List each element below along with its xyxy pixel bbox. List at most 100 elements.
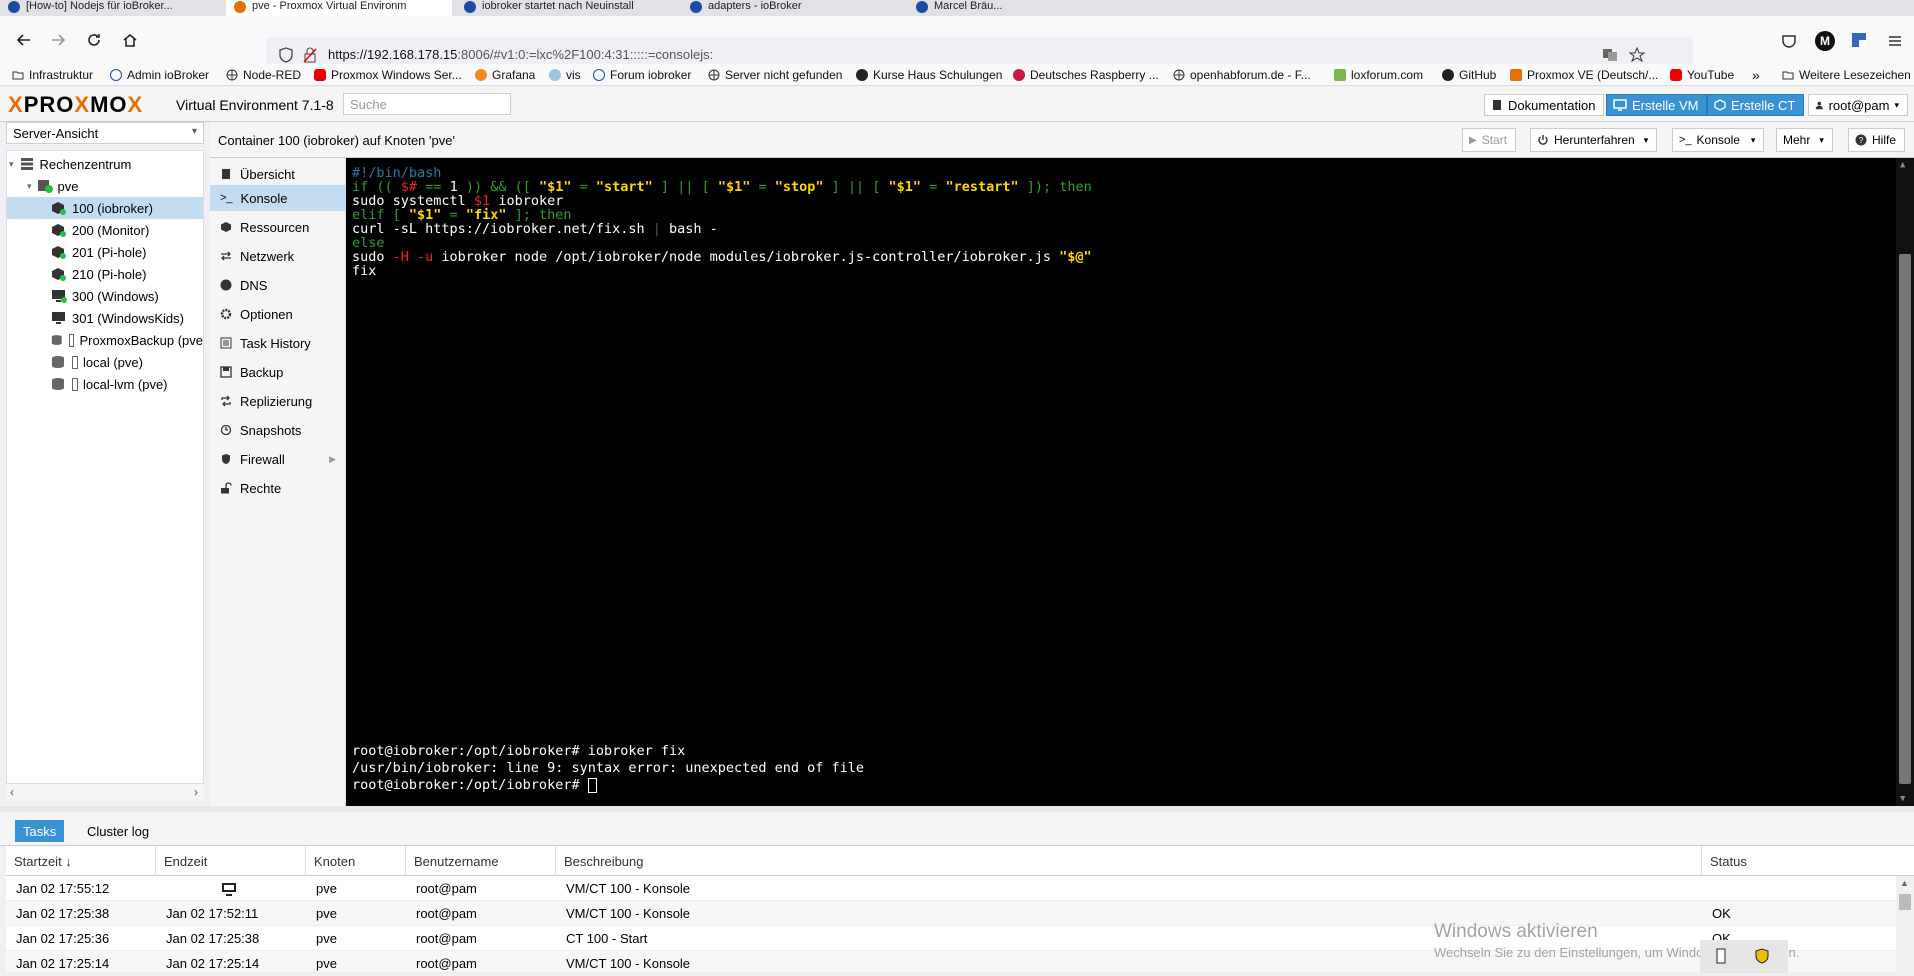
- tree-horizontal-scrollbar[interactable]: ‹ ›: [6, 783, 204, 801]
- tab-favicon-icon: [690, 1, 702, 13]
- menu-item-replizierung[interactable]: Replizierung: [210, 388, 346, 414]
- scroll-down-icon[interactable]: ▼: [1900, 794, 1905, 804]
- bookmark-label: Infrastruktur: [29, 68, 94, 82]
- menu-item-firewall[interactable]: Firewall ▶: [210, 446, 346, 472]
- more-button[interactable]: Mehr ▾: [1776, 128, 1833, 152]
- menu-item-task-history[interactable]: Task History: [210, 330, 346, 356]
- browser-tab-active[interactable]: pve - Proxmox Virtual Environm: [226, 0, 452, 16]
- translate-icon[interactable]: [1602, 47, 1618, 63]
- tree-node-storage-local[interactable]: local (pve): [51, 351, 203, 373]
- menu-item-backup[interactable]: Backup: [210, 359, 346, 385]
- column-header-beschreibung[interactable]: Beschreibung: [556, 846, 1702, 876]
- bookmark[interactable]: vis: [549, 67, 581, 83]
- logo-text-a: PRO: [23, 92, 75, 117]
- log-panel-tabs: Tasks Cluster log: [0, 812, 1914, 846]
- cell-status: [1702, 876, 1712, 901]
- extension-icon[interactable]: [1850, 31, 1868, 49]
- menu-item-snapshots[interactable]: Snapshots: [210, 417, 346, 443]
- column-header-knoten[interactable]: Knoten: [306, 846, 406, 876]
- bookmark[interactable]: Forum iobroker: [593, 67, 691, 83]
- tree-node-storage-backup[interactable]: ProxmoxBackup (pve: [51, 329, 203, 351]
- bookmark[interactable]: Proxmox VE (Deutsch/...: [1510, 67, 1658, 83]
- shutdown-button[interactable]: Herunterfahren ▾: [1530, 128, 1658, 152]
- scroll-right-icon[interactable]: ›: [194, 785, 198, 799]
- back-button[interactable]: [8, 24, 40, 56]
- tree-node-ct-200[interactable]: 200 (Monitor): [51, 219, 203, 241]
- bookmark[interactable]: Node-RED: [226, 67, 301, 83]
- create-vm-button[interactable]: Erstelle VM: [1606, 94, 1708, 116]
- browser-tab[interactable]: Marcel Bräu...: [908, 0, 1108, 16]
- menu-item-uebersicht[interactable]: Übersicht: [210, 161, 346, 187]
- bookmark[interactable]: loxforum.com: [1334, 67, 1423, 83]
- bookmark[interactable]: Grafana: [475, 67, 535, 83]
- browser-tab[interactable]: adapters - ioBroker: [682, 0, 904, 16]
- browser-tab[interactable]: [How-to] Nodejs für ioBroker...: [0, 0, 222, 16]
- menu-item-optionen[interactable]: Optionen: [210, 301, 346, 327]
- bookmark[interactable]: Admin ioBroker: [110, 67, 209, 83]
- start-button[interactable]: ▶ Start: [1462, 128, 1517, 152]
- menu-item-netzwerk[interactable]: Netzwerk: [210, 243, 346, 269]
- user-menu-button[interactable]: root@pam ▾: [1808, 94, 1908, 116]
- bookmarks-overflow-button[interactable]: »: [1752, 67, 1760, 83]
- star-icon[interactable]: [1628, 46, 1646, 64]
- help-button[interactable]: ? Hilfe: [1848, 128, 1906, 152]
- table-row[interactable]: Jan 02 17:55:12 pve root@pam VM/CT 100 -…: [6, 876, 1896, 901]
- browser-tab[interactable]: iobroker startet nach Neuinstall: [456, 0, 678, 16]
- tree-node-vm-300[interactable]: 300 (Windows): [51, 285, 203, 307]
- scroll-left-icon[interactable]: ‹: [10, 785, 14, 799]
- bookmark[interactable]: Server nicht gefunden: [708, 67, 842, 83]
- menu-item-dns[interactable]: DNS: [210, 272, 346, 298]
- account-avatar-icon[interactable]: M: [1815, 31, 1835, 51]
- chevron-down-icon[interactable]: ▾: [1751, 135, 1756, 146]
- bookmark[interactable]: Proxmox Windows Ser...: [314, 67, 462, 83]
- terminal-icon: >_: [1679, 134, 1692, 146]
- script-token: =: [750, 179, 775, 195]
- bookmark[interactable]: openhabforum.de - F...: [1173, 67, 1311, 83]
- column-header-startzeit[interactable]: Startzeit ↓: [6, 846, 156, 876]
- create-ct-button[interactable]: Erstelle CT: [1707, 94, 1805, 116]
- scroll-up-icon[interactable]: ▲: [1900, 878, 1909, 888]
- tab-tasks[interactable]: Tasks: [15, 820, 65, 842]
- tree-node-pve[interactable]: ▾ pve: [27, 175, 203, 197]
- bookmark[interactable]: YouTube: [1670, 67, 1734, 83]
- hamburger-menu-icon[interactable]: [1886, 32, 1904, 50]
- menu-item-ressourcen[interactable]: Ressourcen: [210, 214, 346, 240]
- tree-node-ct-100[interactable]: 100 (iobroker): [7, 197, 203, 219]
- home-button[interactable]: [114, 24, 146, 56]
- bookmark[interactable]: Deutsches Raspberry ...: [1013, 67, 1159, 83]
- column-header-status[interactable]: Status: [1702, 846, 1896, 876]
- terminal-scroll-thumb[interactable]: [1899, 254, 1911, 784]
- bookmark[interactable]: Kurse Haus Schulungen: [856, 67, 1002, 83]
- reload-button[interactable]: [78, 24, 110, 56]
- usb-icon[interactable]: [1714, 948, 1728, 964]
- view-select[interactable]: Server-Ansicht ▾: [6, 122, 204, 144]
- chevron-down-icon[interactable]: ▾: [1644, 135, 1649, 146]
- script-token: bash -: [660, 221, 718, 237]
- menu-item-konsole[interactable]: >_ Konsole: [210, 185, 346, 211]
- menu-item-rechte[interactable]: Rechte: [210, 475, 346, 501]
- security-shield-icon[interactable]: [1754, 948, 1770, 964]
- documentation-button[interactable]: Dokumentation: [1484, 94, 1605, 116]
- console-button[interactable]: >_ Konsole ▾: [1672, 128, 1765, 152]
- tree-node-storage-local-lvm[interactable]: local-lvm (pve): [51, 373, 203, 395]
- tree-node-ct-201[interactable]: 201 (Pi-hole): [51, 241, 203, 263]
- scroll-up-icon[interactable]: ▲: [1900, 160, 1905, 170]
- bookmark-folder[interactable]: Weitere Lesezeichen: [1782, 67, 1911, 83]
- tree-node-vm-301[interactable]: 301 (WindowsKids): [51, 307, 203, 329]
- pocket-icon[interactable]: [1780, 32, 1798, 50]
- bookmark-folder[interactable]: Infrastruktur: [12, 67, 93, 83]
- play-icon: ▶: [1469, 134, 1477, 146]
- tab-favicon-icon: [8, 1, 20, 13]
- tab-cluster-log[interactable]: Cluster log: [79, 820, 157, 842]
- column-header-endzeit[interactable]: Endzeit: [156, 846, 306, 876]
- tree-node-ct-210[interactable]: 210 (Pi-hole): [51, 263, 203, 285]
- forward-button[interactable]: [42, 24, 74, 56]
- tree-node-datacenter[interactable]: ▾ Rechenzentrum: [9, 153, 203, 175]
- console-terminal[interactable]: #!/bin/bash if (( $# == 1 )) && ([ "$1" =…: [346, 158, 1914, 806]
- tasks-scrollbar[interactable]: ▲: [1896, 876, 1914, 973]
- tasks-scroll-thumb[interactable]: [1899, 894, 1911, 910]
- terminal-scrollbar[interactable]: ▲ ▼: [1896, 158, 1914, 806]
- column-header-benutzername[interactable]: Benutzername: [406, 846, 556, 876]
- bookmark[interactable]: GitHub: [1442, 67, 1496, 83]
- search-input[interactable]: Suche: [343, 93, 511, 115]
